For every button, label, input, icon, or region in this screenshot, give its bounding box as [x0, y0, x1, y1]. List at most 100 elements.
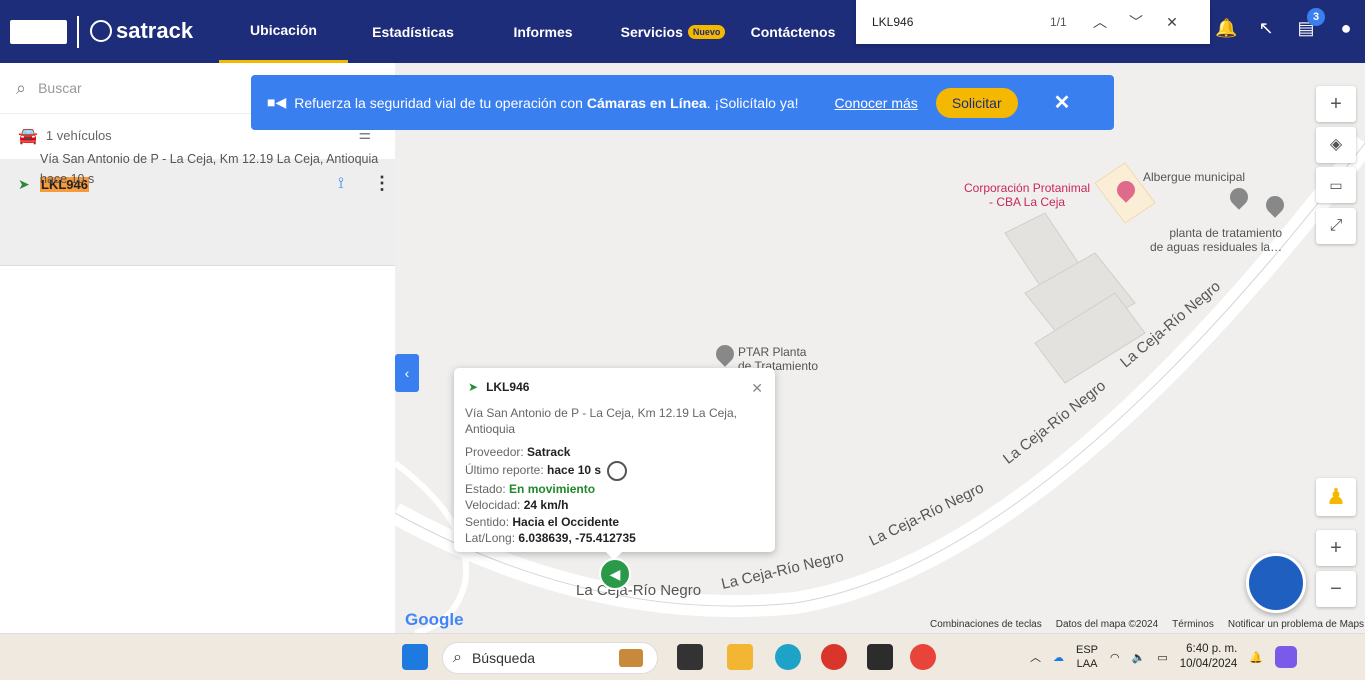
last-report-value: hace 10 s	[547, 462, 602, 477]
find-input[interactable]: LKL946	[872, 15, 1032, 29]
request-button[interactable]: Solicitar	[935, 87, 1018, 118]
notification-count-badge: 3	[1307, 8, 1325, 26]
search-icon: ⌕	[453, 649, 462, 666]
globe-icon	[90, 20, 112, 42]
row-label: Proveedor:	[465, 445, 524, 459]
car-icon: 🚘	[18, 127, 38, 145]
speed-value: 24 km/h	[523, 498, 569, 513]
zoom-out-button[interactable]: −	[1316, 571, 1356, 607]
direction-value: Hacia el Occidente	[512, 514, 620, 529]
language-indicator[interactable]: ESP LAA	[1076, 643, 1098, 671]
banner-text-bold: Cámaras en Línea	[586, 94, 707, 111]
nav-label: Ubicación	[250, 22, 317, 38]
wifi-icon[interactable]: ◠	[1110, 651, 1120, 664]
close-banner-button[interactable]: ✕	[1054, 90, 1071, 115]
poi-planta-tratamiento[interactable]: planta de tratamiento de aguas residuale…	[1150, 226, 1282, 254]
onedrive-icon[interactable]: ☁	[1053, 651, 1064, 664]
chrome-icon[interactable]	[910, 644, 936, 670]
volume-icon[interactable]: 🔈	[1132, 651, 1146, 664]
vehicle-marker-icon[interactable]: ◀	[599, 558, 631, 590]
file-explorer-icon[interactable]	[727, 644, 753, 670]
terms-link[interactable]: Términos	[1172, 619, 1214, 630]
map-data-credit: Datos del mapa ©2024	[1055, 619, 1159, 630]
chevron-up-icon[interactable]: ︿	[1030, 649, 1041, 665]
nav-contactenos[interactable]: Contáctenos	[738, 0, 848, 63]
vehicle-last-report: hace 10 s	[40, 172, 95, 186]
search-icon: ⌕	[16, 77, 27, 98]
windows-start-icon[interactable]	[402, 644, 428, 670]
copilot-icon[interactable]	[1275, 646, 1297, 668]
find-previous-button[interactable]: ︿	[1082, 12, 1118, 32]
top-icons: 🔔 ↖ ▤ 3 ●	[1215, 8, 1365, 40]
learn-more-link[interactable]: Conocer más	[835, 95, 918, 111]
brand-name: satrack	[116, 18, 194, 43]
sticky-notes-icon[interactable]	[867, 644, 893, 670]
banner-text-post: . ¡Solicítalo ya!	[706, 94, 799, 111]
street-view-pegman-icon[interactable]: ♟	[1316, 478, 1356, 516]
direction-row: Sentido: Hacia el Occidente	[465, 514, 636, 531]
promo-banner: ■◀ Refuerza la seguridad vial de tu oper…	[251, 75, 1114, 130]
navigation-arrow-icon: ➤	[18, 176, 30, 192]
language-code: ESP	[1076, 644, 1099, 656]
wps-office-icon[interactable]	[821, 644, 847, 670]
top-nav-bar: satrack Ubicación Estadísticas Informes …	[0, 0, 1365, 63]
zoom-in-button[interactable]: +	[1316, 530, 1356, 566]
notifications-bell-icon[interactable]: 🔔	[1249, 651, 1263, 664]
support-agent-avatar[interactable]	[1246, 553, 1306, 613]
video-camera-icon: ■◀	[267, 94, 287, 110]
layers-icon[interactable]: ◈	[1316, 127, 1356, 163]
taskbar-search[interactable]: ⌕ Búsqueda	[442, 642, 658, 674]
nav-label: Contáctenos	[750, 23, 836, 40]
messages-icon[interactable]: ▤ 3	[1295, 8, 1325, 40]
taskbar-search-text: Búsqueda	[471, 650, 536, 666]
battery-icon[interactable]: ▭	[1157, 651, 1167, 664]
system-tray: ︿ ☁ ESP LAA ◠ 🔈 ▭ 6:40 p. m. 10/04/2024 …	[1030, 642, 1297, 672]
latlong-value: 6.038639, -75.412735	[518, 531, 636, 546]
nav-label: Servicios	[620, 23, 683, 40]
banner-text: Refuerza la seguridad vial de tu operaci…	[294, 95, 798, 111]
report-problem-link[interactable]: Notificar un problema de Maps	[1228, 619, 1364, 630]
date-text: 10/04/2024	[1179, 658, 1238, 670]
search-input[interactable]: Buscar	[38, 80, 82, 96]
nav-estadisticas[interactable]: Estadísticas	[348, 0, 478, 63]
keyboard-layout: LAA	[1076, 658, 1098, 670]
poi-protanimal[interactable]: Corporación Protanimal - CBA La Ceja	[964, 181, 1090, 209]
row-label: Sentido:	[465, 514, 510, 529]
add-icon[interactable]: +	[1316, 86, 1356, 122]
keyboard-shortcuts-link[interactable]: Combinaciones de teclas	[930, 619, 1042, 630]
vehicle-address: Vía San Antonio de P - La Ceja, Km 12.19…	[40, 149, 385, 189]
nav-servicios[interactable]: Servicios Nuevo	[608, 0, 738, 63]
close-popup-button[interactable]: ✕	[751, 380, 763, 397]
google-logo: Google	[405, 610, 464, 629]
cursor-icon[interactable]: ↖	[1255, 18, 1277, 40]
find-close-button[interactable]: ✕	[1154, 14, 1190, 31]
fullscreen-icon[interactable]: ⤢	[1316, 208, 1356, 244]
nav-ubicacion[interactable]: Ubicación	[219, 0, 348, 63]
status-row: Estado: En movimiento	[465, 481, 636, 498]
main-nav: Ubicación Estadísticas Informes Servicio…	[219, 0, 848, 63]
briefcase-icon	[619, 649, 643, 667]
edge-icon[interactable]	[775, 644, 801, 670]
popup-plate: LKL946	[486, 380, 530, 394]
row-label: Velocidad:	[465, 498, 521, 513]
popup-details: Proveedor: Satrack Último reporte: hace …	[465, 444, 636, 547]
provider-row: Proveedor: Satrack	[465, 444, 636, 461]
popup-address: Vía San Antonio de P - La Ceja, Km 12.19…	[465, 406, 737, 436]
ruler-icon[interactable]: ▭	[1316, 167, 1356, 203]
find-next-button[interactable]: ﹀	[1118, 12, 1154, 32]
speed-row: Velocidad: 24 km/h	[465, 497, 636, 514]
brand-logo[interactable]: satrack	[90, 18, 193, 44]
collapse-sidebar-button[interactable]: ‹	[395, 354, 419, 392]
user-account-icon[interactable]: ●	[1335, 18, 1357, 40]
clock-icon[interactable]	[607, 460, 628, 481]
provider-value: Satrack	[527, 445, 571, 459]
logo-divider	[77, 16, 79, 48]
task-view-icon[interactable]	[677, 644, 703, 670]
nav-label: Informes	[513, 23, 573, 40]
poi-albergue[interactable]: Albergue municipal	[1143, 170, 1245, 184]
clock-display[interactable]: 6:40 p. m. 10/04/2024	[1180, 642, 1238, 672]
navigation-arrow-icon: ➤	[468, 380, 479, 394]
vehicle-address-text: Vía San Antonio de P - La Ceja, Km 12.19…	[40, 152, 379, 166]
bell-icon[interactable]: 🔔	[1215, 18, 1237, 40]
nav-informes[interactable]: Informes	[478, 0, 608, 63]
